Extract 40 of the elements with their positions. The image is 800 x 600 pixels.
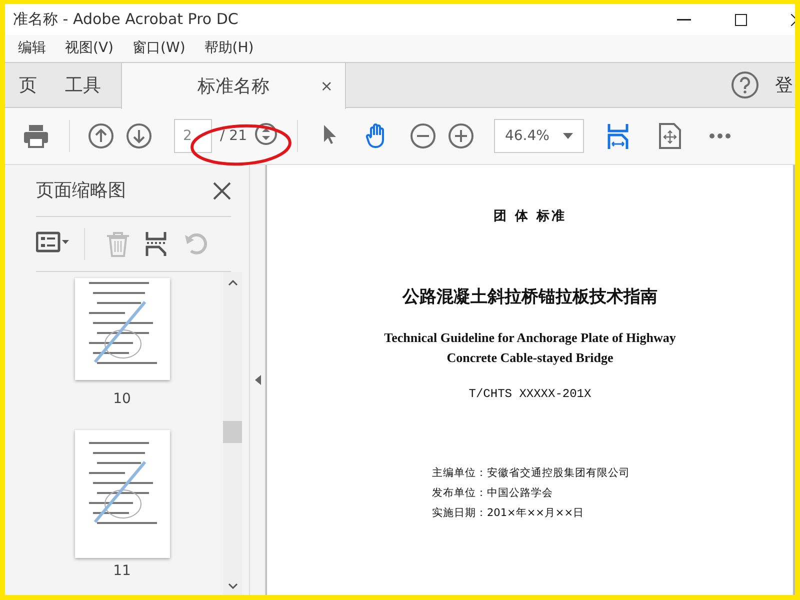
menu-item[interactable]: 视图(V) <box>65 38 114 59</box>
english-title: Concrete Cable-stayed Bridge <box>446 348 614 367</box>
document-info-line: 主编单位：安徽省交通控股集团有限公司 <box>432 466 631 481</box>
collapse-arrow-icon[interactable] <box>254 375 260 385</box>
menu-item[interactable]: 窗口(W) <box>132 38 186 59</box>
maximize-icon[interactable] <box>735 14 747 26</box>
print-icon[interactable] <box>23 123 49 149</box>
page-move-icon[interactable] <box>658 123 682 149</box>
document-category: 团 体 标准 <box>493 208 567 226</box>
page-number-field[interactable]: 2 <box>174 119 212 153</box>
insert-pages-icon[interactable] <box>145 231 169 257</box>
scroll-down-icon[interactable] <box>228 583 238 589</box>
page-count: / 21 <box>220 126 247 146</box>
zoom-dropdown[interactable]: 46.4% <box>494 119 584 153</box>
panel-title: 页面缩略图 <box>36 179 126 203</box>
sign-in-link[interactable]: 登 <box>775 72 793 98</box>
window-title: 准名称 - Adobe Acrobat Pro DC <box>12 9 238 30</box>
menu-item[interactable]: 帮助(H) <box>204 38 254 59</box>
scroll-up-icon[interactable] <box>228 280 238 286</box>
minimize-icon[interactable] <box>677 18 691 20</box>
scrollbar-thumb[interactable] <box>223 421 242 443</box>
nav-tab[interactable]: 页 <box>5 63 51 107</box>
page-thumbnail[interactable] <box>74 278 170 380</box>
document-title: 公路混凝土斜拉桥锚拉板技术指南 <box>402 286 658 308</box>
nav-tab[interactable]: 工具 <box>51 63 115 107</box>
page-number-label: 10 <box>113 390 131 408</box>
document-info-line: 实施日期：201×年××月××日 <box>432 506 586 521</box>
standard-code: T/CHTS XXXXX-201X <box>468 386 592 403</box>
tab-close-button[interactable]: × <box>320 75 333 98</box>
document-info-line: 发布单位：中国公路学会 <box>432 486 554 501</box>
zoom-out-icon[interactable] <box>410 123 436 149</box>
close-icon[interactable] <box>213 182 231 200</box>
help-icon[interactable] <box>731 71 759 99</box>
zoom-in-icon[interactable] <box>448 123 474 149</box>
caret-icon[interactable] <box>562 133 573 139</box>
document-tab[interactable]: 标准名称 × <box>121 63 346 109</box>
english-title: Technical Guideline for Anchorage Plate of Highway <box>384 329 676 347</box>
menu-item[interactable]: 编辑 <box>18 38 46 59</box>
page-number-label: 11 <box>113 562 131 580</box>
page-thumbnail[interactable] <box>74 430 170 558</box>
